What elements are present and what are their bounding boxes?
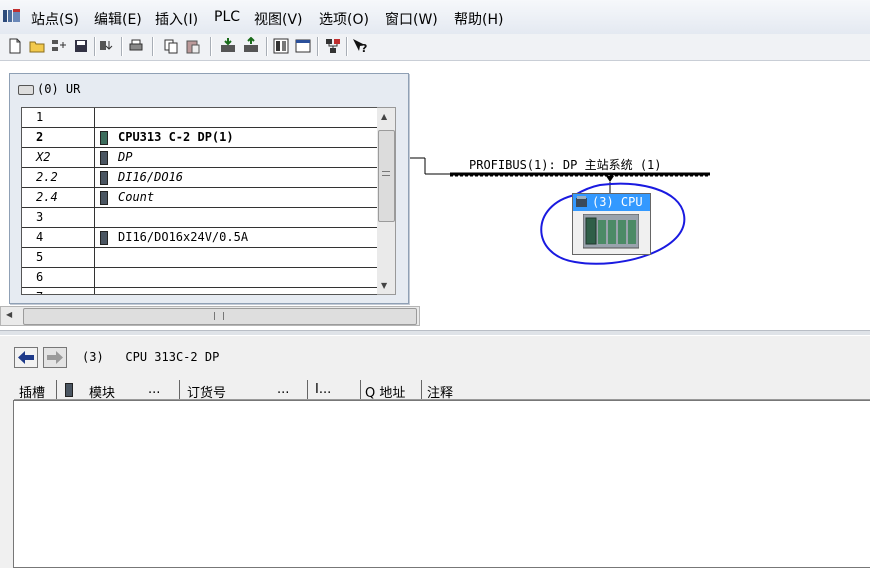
arrow-right-icon bbox=[47, 351, 63, 364]
back-button[interactable] bbox=[14, 347, 38, 368]
rack-slot: 2.4 bbox=[22, 188, 95, 207]
scroll-down-icon[interactable]: ▼ bbox=[381, 281, 387, 290]
rack-slot: 5 bbox=[22, 248, 95, 267]
column-module-ellipsis: ... bbox=[148, 382, 161, 397]
rack-slot: 7 bbox=[22, 288, 95, 294]
toolbar: ? bbox=[0, 34, 870, 61]
rack-slot: 2.2 bbox=[22, 168, 95, 187]
detail-pane: (3) CPU 313C-2 DP 插槽 模块 ... 订货号 ... I...… bbox=[0, 336, 870, 568]
rack-vertical-scrollbar[interactable]: ▲ ▼ bbox=[377, 107, 396, 295]
rack-slot: 4 bbox=[22, 228, 95, 247]
download-module-icon[interactable] bbox=[219, 37, 237, 55]
detail-table-body[interactable] bbox=[13, 400, 870, 568]
rack-title: (0) UR bbox=[18, 82, 80, 96]
module-icon bbox=[100, 150, 108, 165]
rack-icon bbox=[18, 84, 34, 95]
rack-row[interactable]: 4 DI16/DO16x24V/0.5A bbox=[22, 228, 378, 248]
help-icon[interactable]: ? bbox=[351, 37, 369, 55]
menu-insert[interactable]: 插入(I) bbox=[155, 9, 198, 29]
column-q-address[interactable]: Q 地址 bbox=[365, 382, 405, 401]
download-icon[interactable] bbox=[98, 37, 116, 55]
catalog-icon[interactable] bbox=[272, 37, 290, 55]
rack-row[interactable]: 2.4 Count bbox=[22, 188, 378, 208]
rack-slot: 6 bbox=[22, 268, 95, 287]
module-icon bbox=[100, 230, 108, 245]
column-comment[interactable]: 注释 bbox=[427, 382, 453, 401]
scroll-left-icon[interactable]: ◀ bbox=[6, 310, 12, 319]
cpu-icon bbox=[576, 196, 587, 207]
rack-row[interactable]: 2.2 DI16/DO16 bbox=[22, 168, 378, 188]
upload-module-icon[interactable] bbox=[242, 37, 260, 55]
rack-row[interactable]: 7 bbox=[22, 288, 378, 294]
column-order-number[interactable]: 订货号 bbox=[187, 382, 226, 401]
menu-edit[interactable]: 编辑(E) bbox=[94, 9, 142, 29]
rack-module: DI16/DO16 bbox=[100, 168, 183, 187]
network-config-icon[interactable] bbox=[324, 37, 342, 55]
dp-slave-header: (3) CPU bbox=[573, 194, 650, 211]
menu-help[interactable]: 帮助(H) bbox=[454, 9, 503, 29]
rack-slot: 3 bbox=[22, 208, 95, 227]
dp-slave-node[interactable]: (3) CPU bbox=[572, 193, 651, 255]
module-column-icon bbox=[65, 383, 73, 397]
menu-view[interactable]: 视图(V) bbox=[254, 9, 303, 29]
rack-window[interactable]: (0) UR 1 2 CPU313 C-2 DP(1) X2 DP 2.2 DI… bbox=[9, 73, 409, 304]
new-file-icon[interactable] bbox=[6, 37, 24, 55]
column-module[interactable]: 模块 bbox=[89, 382, 115, 401]
detail-table-header: 插槽 模块 ... 订货号 ... I... Q 地址 注释 bbox=[14, 380, 870, 401]
scroll-thumb[interactable] bbox=[378, 130, 395, 222]
rack-row[interactable]: 1 bbox=[22, 108, 378, 128]
app-icon bbox=[3, 9, 20, 22]
menu-plc[interactable]: PLC bbox=[214, 9, 240, 25]
rack-module: DP bbox=[100, 148, 132, 167]
rack-slot: 2 bbox=[22, 128, 95, 147]
rack-row[interactable]: 3 bbox=[22, 208, 378, 228]
open-folder-icon[interactable] bbox=[28, 37, 46, 55]
scroll-thumb[interactable] bbox=[23, 308, 417, 325]
module-icon bbox=[100, 190, 108, 205]
rack-module: Count bbox=[100, 188, 154, 207]
profibus-label[interactable]: PROFIBUS(1): DP 主站系统 (1) bbox=[469, 156, 662, 173]
detail-title: (3) CPU 313C-2 DP bbox=[82, 350, 220, 364]
menu-bar: 站点(S) 编辑(E) 插入(I) PLC 视图(V) 选项(O) 窗口(W) … bbox=[0, 0, 870, 35]
menu-options[interactable]: 选项(O) bbox=[319, 9, 369, 29]
menu-window[interactable]: 窗口(W) bbox=[385, 9, 438, 29]
rack-table: 1 2 CPU313 C-2 DP(1) X2 DP 2.2 DI16/DO16… bbox=[21, 107, 379, 295]
scroll-up-icon[interactable]: ▲ bbox=[381, 112, 387, 121]
station-horizontal-scrollbar[interactable]: ◀ bbox=[0, 306, 420, 326]
rack-row[interactable]: 2 CPU313 C-2 DP(1) bbox=[22, 128, 378, 148]
module-icon bbox=[100, 170, 108, 185]
rack-module: CPU313 C-2 DP(1) bbox=[100, 128, 234, 147]
cpu-module-icon bbox=[100, 130, 108, 145]
rack-slot: X2 bbox=[22, 148, 95, 167]
print-icon[interactable] bbox=[127, 37, 145, 55]
rack-row[interactable]: 5 bbox=[22, 248, 378, 268]
rack-module: DI16/DO16x24V/0.5A bbox=[100, 228, 248, 247]
column-order-ellipsis: ... bbox=[277, 382, 290, 397]
forward-button[interactable] bbox=[43, 347, 67, 368]
copy-icon[interactable] bbox=[162, 37, 180, 55]
column-i-address[interactable]: I... bbox=[315, 382, 331, 397]
rack-row[interactable]: 6 bbox=[22, 268, 378, 288]
svg-text:?: ? bbox=[361, 42, 367, 55]
dp-slave-label: (3) CPU bbox=[592, 195, 643, 209]
save-icon[interactable] bbox=[72, 37, 90, 55]
rack-row[interactable]: X2 DP bbox=[22, 148, 378, 168]
window-icon[interactable] bbox=[294, 37, 312, 55]
rack-slot: 1 bbox=[22, 108, 95, 127]
arrow-left-icon bbox=[18, 351, 34, 364]
menu-station[interactable]: 站点(S) bbox=[31, 9, 79, 29]
paste-icon[interactable] bbox=[184, 37, 202, 55]
plc-rack-icon bbox=[583, 214, 639, 249]
column-slot[interactable]: 插槽 bbox=[19, 382, 45, 401]
accessible-nodes-icon[interactable] bbox=[50, 37, 68, 55]
